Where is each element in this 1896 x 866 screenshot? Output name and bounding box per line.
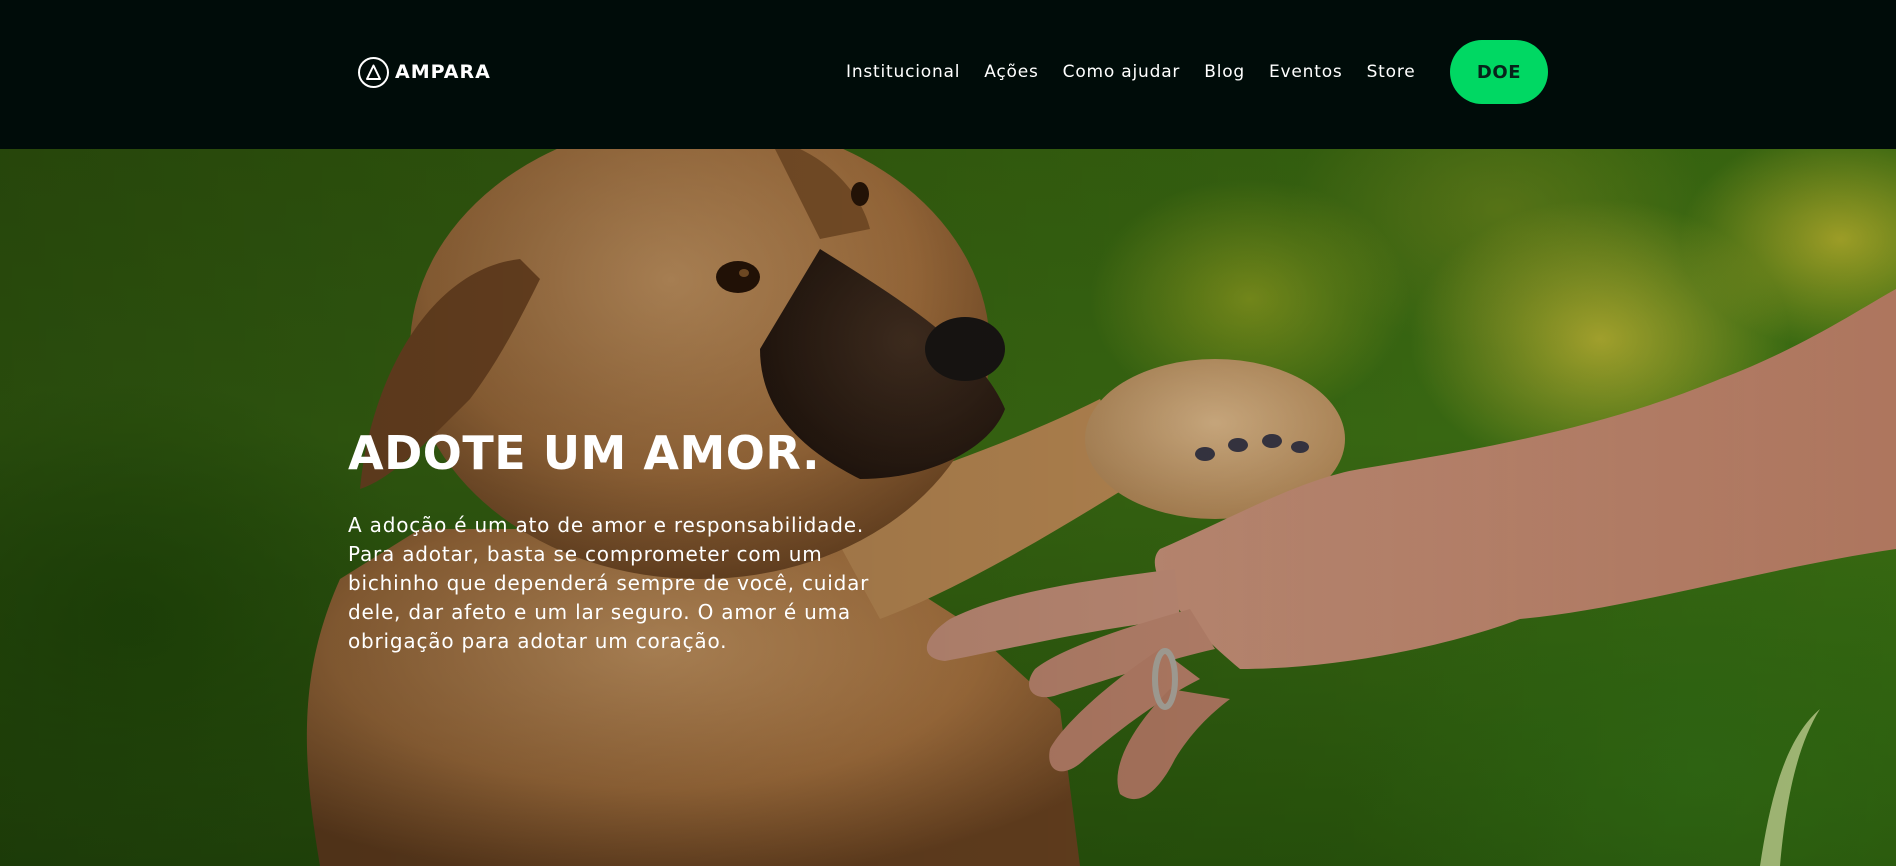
hero-section: ADOTE UM AMOR. A adoção é um ato de amor… xyxy=(0,149,1896,866)
hero-overlay xyxy=(0,149,1896,866)
hero-title: ADOTE UM AMOR. xyxy=(348,426,821,480)
site-header: AMPARA Institucional Ações Como ajudar B… xyxy=(0,0,1896,149)
nav-item-store[interactable]: Store xyxy=(1367,62,1416,82)
nav-item-eventos[interactable]: Eventos xyxy=(1269,62,1343,82)
brand-name: AMPARA xyxy=(395,61,491,83)
nav-item-blog[interactable]: Blog xyxy=(1204,62,1245,82)
brand-logo[interactable]: AMPARA xyxy=(358,56,491,88)
donate-button[interactable]: DOE xyxy=(1450,40,1548,104)
ampara-logo-icon xyxy=(358,56,389,88)
hero-description: A adoção é um ato de amor e responsabili… xyxy=(348,513,870,653)
main-nav: Institucional Ações Como ajudar Blog Eve… xyxy=(846,58,1416,86)
nav-item-como-ajudar[interactable]: Como ajudar xyxy=(1063,62,1181,82)
nav-item-acoes[interactable]: Ações xyxy=(984,62,1038,82)
nav-item-institucional[interactable]: Institucional xyxy=(846,62,960,82)
